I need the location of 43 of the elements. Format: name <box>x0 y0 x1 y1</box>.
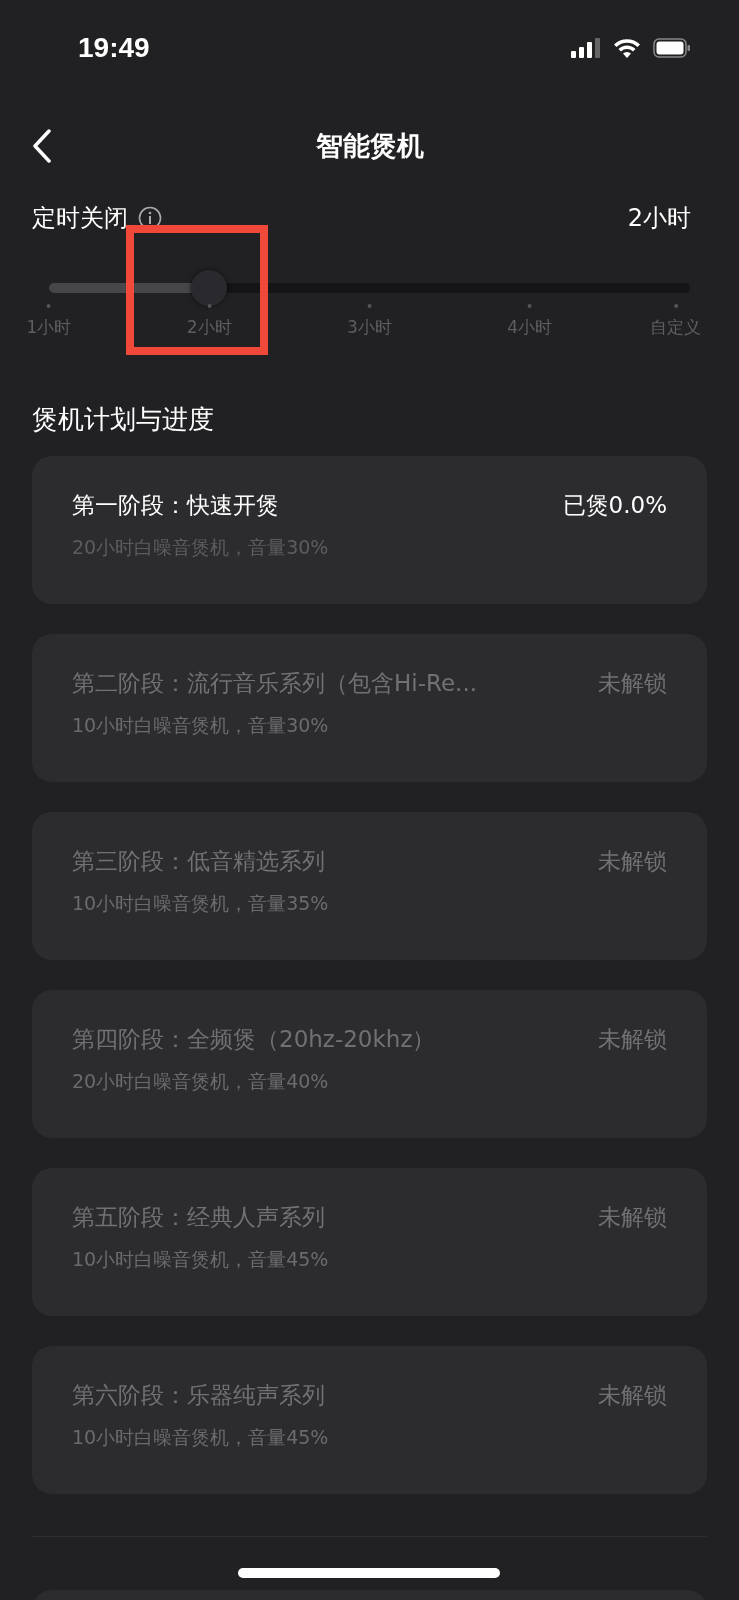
stage-name: 第六阶段：乐器纯声系列 <box>72 1381 325 1410</box>
stage-status: 未解锁 <box>598 1203 667 1232</box>
stage-name: 第三阶段：低音精选系列 <box>72 847 325 876</box>
stage-status: 未解锁 <box>598 847 667 876</box>
section-title: 煲机计划与进度 <box>31 403 215 436</box>
tick-label[interactable]: 2小时 <box>186 316 232 339</box>
stage-detail: 10小时白噪音煲机，音量30% <box>72 713 330 738</box>
slider-track[interactable] <box>49 283 690 293</box>
status-time: 19:49 <box>78 32 150 64</box>
timer-label: 定时关闭 <box>32 203 128 234</box>
timer-value: 2小时 <box>627 203 691 234</box>
stage-name: 第四阶段：全频煲（20hz-20khz） <box>72 1025 436 1054</box>
back-icon[interactable] <box>32 129 52 163</box>
stage-card[interactable]: 第五阶段：经典人声系列 未解锁 10小时白噪音煲机，音量45% <box>32 1168 707 1316</box>
stage-card[interactable]: 第四阶段：全频煲（20hz-20khz） 未解锁 20小时白噪音煲机，音量40% <box>32 990 707 1138</box>
stage-card[interactable]: 第六阶段：乐器纯声系列 未解锁 10小时白噪音煲机，音量45% <box>32 1346 707 1494</box>
tick-label[interactable]: 自定义 <box>650 316 702 339</box>
tick-label[interactable]: 3小时 <box>347 316 392 339</box>
signal-icon <box>571 38 601 58</box>
stage-detail: 20小时白噪音煲机，音量40% <box>72 1069 330 1094</box>
stage-card[interactable]: 第三阶段：低音精选系列 未解锁 10小时白噪音煲机，音量35% <box>32 812 707 960</box>
stage-detail: 10小时白噪音煲机，音量45% <box>72 1247 330 1272</box>
stage-name: 第一阶段：快速开煲 <box>72 491 279 520</box>
tick-mark <box>207 304 212 308</box>
stage-card[interactable]: 第二阶段：流行音乐系列（包含Hi-Re... 未解锁 10小时白噪音煲机，音量30% <box>32 634 707 782</box>
page-title: 智能煲机 <box>315 129 424 163</box>
stage-name: 第五阶段：经典人声系列 <box>72 1203 325 1232</box>
tick-label[interactable]: 4小时 <box>507 316 553 339</box>
tick-mark <box>47 304 51 308</box>
battery-icon <box>653 38 691 58</box>
tick-mark <box>367 304 372 308</box>
stage-status: 未解锁 <box>598 1381 667 1410</box>
slider-thumb[interactable] <box>191 270 228 306</box>
tick-mark <box>673 304 678 308</box>
stage-name: 第二阶段：流行音乐系列（包含Hi-Re... <box>72 669 477 698</box>
stage-status: 未解锁 <box>598 1025 667 1054</box>
stage-detail: 10小时白噪音煲机，音量45% <box>72 1425 330 1450</box>
stage-status: 未解锁 <box>598 669 667 698</box>
wifi-icon <box>613 38 641 58</box>
stage-status: 已煲0.0% <box>562 491 667 520</box>
stage-detail: 10小时白噪音煲机，音量35% <box>72 891 330 916</box>
tick-mark <box>527 304 532 308</box>
tick-label[interactable]: 1小时 <box>26 316 72 339</box>
